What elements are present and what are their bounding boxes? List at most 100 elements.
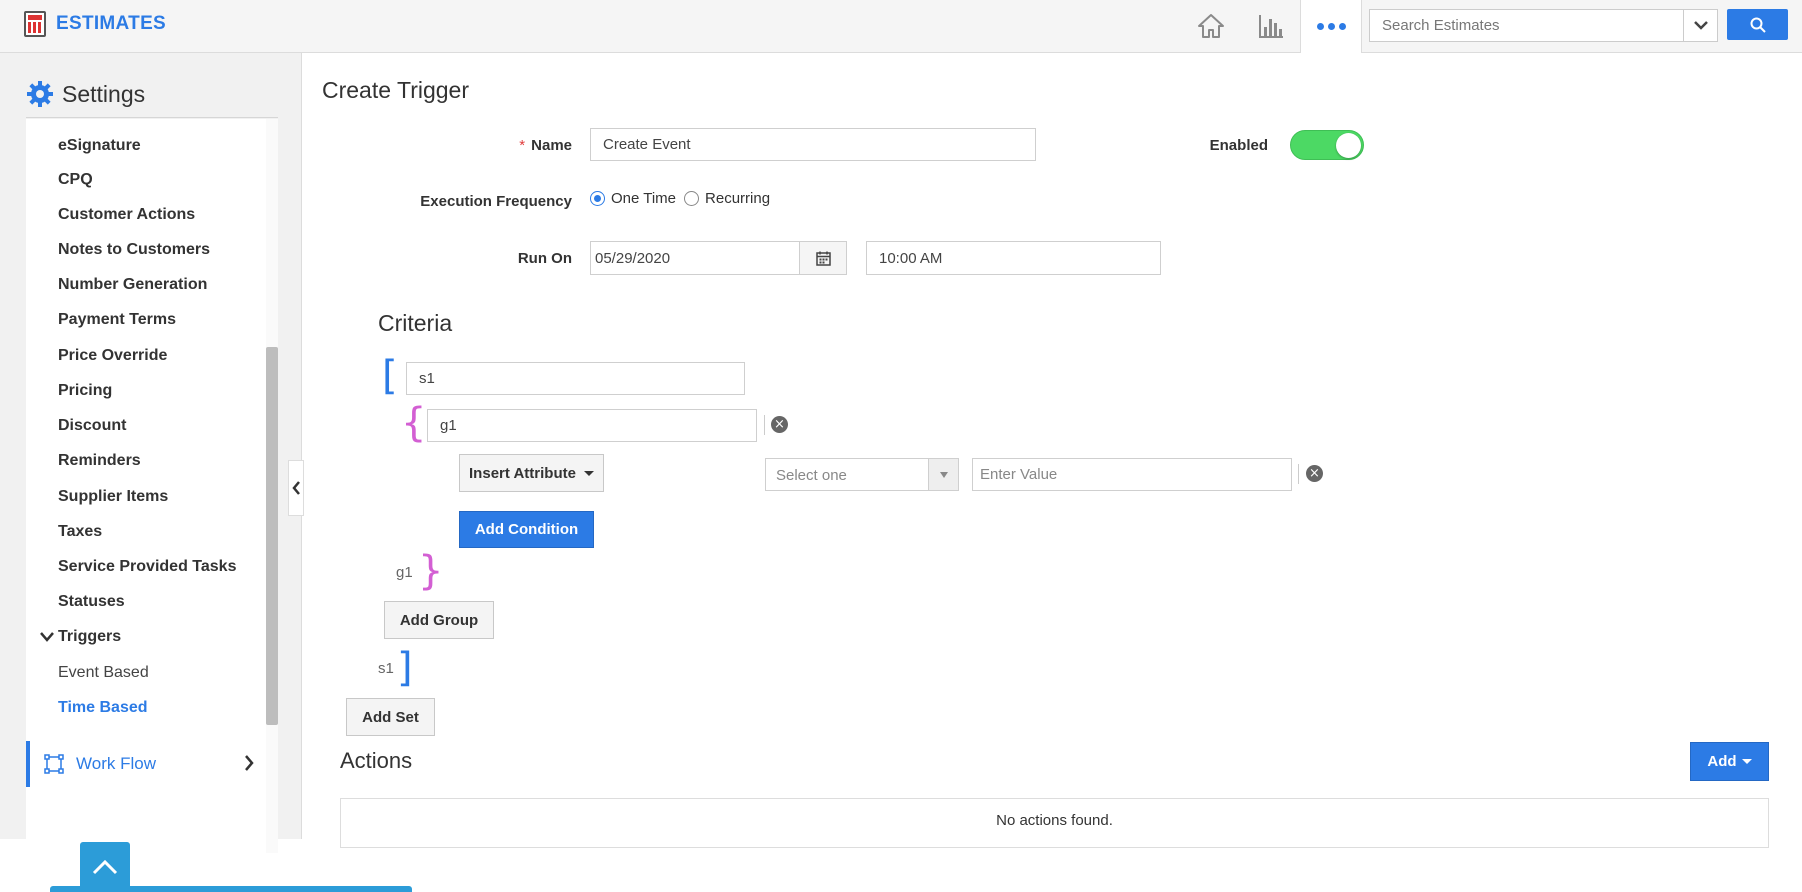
sidebar-item-taxes[interactable]: Taxes	[58, 523, 102, 541]
radio-recurring-label[interactable]: Recurring	[705, 190, 770, 207]
chevron-down-icon	[40, 632, 54, 642]
add-condition-button[interactable]: Add Condition	[459, 511, 594, 548]
sidebar-item-number-generation[interactable]: Number Generation	[58, 276, 207, 294]
group-name-input[interactable]	[428, 410, 756, 441]
scroll-top-button[interactable]	[80, 842, 130, 892]
toggle-knob	[1336, 133, 1361, 158]
work-flow-label: Work Flow	[76, 754, 156, 773]
gear-icon	[27, 81, 53, 107]
bottom-bar	[50, 886, 412, 892]
frequency-radio-group: One Time Recurring	[590, 190, 770, 207]
condition-value-field	[972, 458, 1292, 491]
name-label: * Name	[519, 137, 572, 154]
name-input[interactable]	[591, 129, 1035, 160]
sidebar-item-payment-terms[interactable]: Payment Terms	[58, 311, 176, 329]
actions-table: No actions found.	[340, 798, 1769, 848]
select-arrow-icon	[928, 459, 958, 490]
caret-down-icon	[1741, 759, 1752, 764]
divider	[764, 415, 765, 435]
set-name-input[interactable]	[407, 363, 744, 394]
set-end-label: s1	[378, 660, 394, 677]
calculator-icon	[24, 11, 46, 37]
search-box	[1369, 9, 1718, 42]
remove-condition-icon[interactable]: ×	[1306, 465, 1323, 482]
sidebar-item-supplier-items[interactable]: Supplier Items	[58, 488, 168, 506]
run-on-date-field	[590, 241, 847, 275]
chevron-up-icon	[92, 859, 118, 875]
sidebar: Settings eSignature CPQ Customer Actions…	[0, 53, 412, 892]
sidebar-item-triggers[interactable]: Triggers	[40, 628, 121, 646]
sidebar-item-reminders[interactable]: Reminders	[58, 452, 141, 470]
group-name-field	[427, 409, 757, 442]
workflow-icon	[44, 754, 64, 774]
sidebar-item-time-based[interactable]: Time Based	[58, 699, 148, 717]
add-action-label: Add	[1707, 753, 1737, 770]
empty-state-text: No actions found.	[996, 812, 1113, 829]
run-on-time-field	[866, 241, 1161, 275]
page-title: Create Trigger	[322, 77, 470, 103]
sidebar-scrollbar[interactable]	[266, 119, 278, 853]
sidebar-item-service-provided-tasks[interactable]: Service Provided Tasks	[58, 558, 236, 576]
add-action-button[interactable]: Add	[1690, 742, 1769, 781]
run-on-date-input[interactable]	[591, 242, 801, 274]
group-close-brace: }	[418, 548, 444, 594]
radio-recurring[interactable]	[684, 191, 700, 206]
chevron-left-icon	[291, 481, 300, 495]
set-close-bracket: ]	[397, 645, 413, 691]
enabled-toggle[interactable]	[1290, 130, 1364, 160]
settings-title: Settings	[62, 80, 146, 107]
name-field	[590, 128, 1036, 161]
divider	[26, 117, 278, 118]
home-icon[interactable]	[1195, 10, 1227, 42]
sidebar-item-pricing[interactable]: Pricing	[58, 382, 112, 400]
search-button[interactable]	[1727, 9, 1788, 40]
condition-value-input[interactable]	[973, 459, 1291, 490]
remove-group-icon[interactable]: ×	[771, 416, 788, 433]
execution-frequency-label: Execution Frequency	[420, 193, 572, 210]
caret-down-icon	[583, 470, 594, 476]
sidebar-collapse-button[interactable]	[288, 460, 304, 516]
app-title: ESTIMATES	[56, 13, 167, 34]
condition-operator-select[interactable]: Select one	[765, 458, 959, 491]
sidebar-item-event-based[interactable]: Event Based	[58, 664, 149, 682]
group-end-label: g1	[396, 564, 413, 581]
run-on-label: Run On	[517, 250, 572, 267]
set-name-field	[406, 362, 745, 395]
insert-attribute-button[interactable]: Insert Attribute	[459, 454, 604, 492]
search-icon	[1750, 17, 1766, 33]
top-bar: ESTIMATES	[0, 0, 1802, 53]
search-input[interactable]	[1370, 10, 1682, 41]
set-open-bracket: [	[382, 353, 398, 399]
criteria-title: Criteria	[378, 310, 453, 336]
scrollbar-thumb[interactable]	[266, 347, 278, 725]
radio-one-time[interactable]	[590, 191, 605, 206]
sidebar-item-label: Triggers	[58, 628, 122, 645]
run-on-time-input[interactable]	[867, 242, 1160, 274]
settings-header: Settings	[26, 80, 145, 108]
radio-one-time-label[interactable]: One Time	[611, 190, 676, 207]
actions-title: Actions	[340, 748, 413, 773]
sidebar-item-notes-to-customers[interactable]: Notes to Customers	[58, 241, 210, 259]
calendar-icon	[815, 251, 831, 266]
select-placeholder: Select one	[776, 467, 847, 484]
search-dropdown-icon[interactable]	[1683, 10, 1717, 41]
add-set-button[interactable]: Add Set	[346, 698, 435, 736]
calendar-button[interactable]	[799, 242, 846, 274]
chevron-right-icon	[245, 755, 254, 771]
more-icon[interactable]	[1300, 0, 1362, 53]
sidebar-item-statuses[interactable]: Statuses	[58, 593, 125, 611]
sidebar-item-price-override[interactable]: Price Override	[58, 347, 167, 365]
sidebar-item-work-flow[interactable]: Work Flow	[26, 741, 262, 787]
sidebar-item-esignature[interactable]: eSignature	[58, 137, 141, 155]
sidebar-item-cpq[interactable]: CPQ	[58, 171, 93, 189]
enabled-label: Enabled	[1209, 137, 1268, 154]
sidebar-item-discount[interactable]: Discount	[58, 417, 126, 435]
insert-attribute-label: Insert Attribute	[469, 464, 576, 482]
chart-icon[interactable]	[1255, 10, 1287, 42]
sidebar-item-customer-actions[interactable]: Customer Actions	[58, 206, 195, 224]
required-marker: *	[519, 137, 526, 154]
brand[interactable]: ESTIMATES	[24, 11, 166, 37]
divider	[1298, 464, 1299, 484]
group-open-brace: {	[401, 400, 427, 446]
add-group-button[interactable]: Add Group	[384, 601, 494, 639]
